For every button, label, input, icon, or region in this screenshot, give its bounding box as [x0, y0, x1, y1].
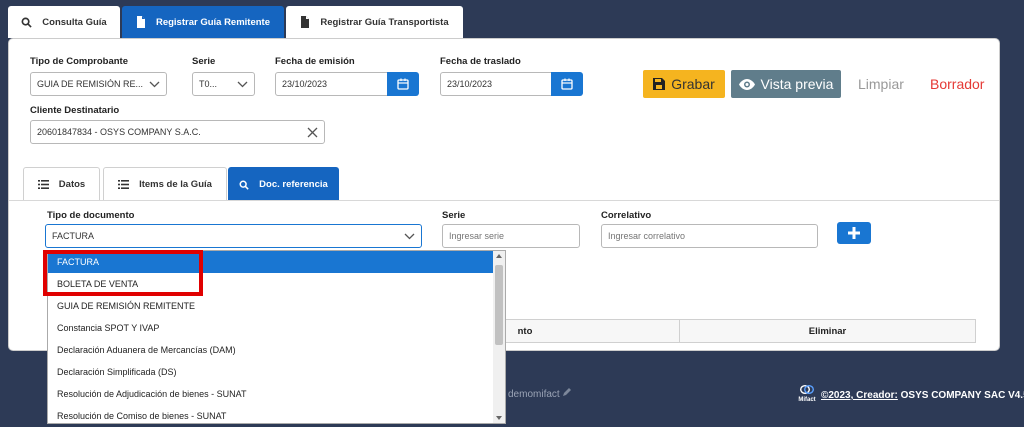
- tab-doc-referencia[interactable]: Doc. referencia: [228, 167, 339, 201]
- footer-copyright: ©2023, Creador: OSYS COMPANY SAC V4.5.: [821, 390, 1024, 401]
- dropdown-option[interactable]: Resolución de Comiso de bienes - SUNAT: [48, 405, 494, 423]
- correlativo-label: Correlativo: [601, 210, 652, 221]
- vista-previa-button[interactable]: Vista previa: [731, 70, 841, 98]
- limpiar-button[interactable]: Limpiar: [858, 76, 904, 92]
- dropdown-option-boleta[interactable]: BOLETA DE VENTA: [48, 273, 494, 295]
- tipo-documento-dropdown: FACTURA BOLETA DE VENTA GUIA DE REMISIÓN…: [47, 250, 506, 424]
- tipo-documento-label: Tipo de documento: [47, 210, 135, 221]
- serie-label: Serie: [192, 56, 216, 67]
- fecha-emision-input[interactable]: 23/10/2023: [275, 72, 389, 96]
- tab-registrar-guia-remitente[interactable]: Registrar Guía Remitente: [122, 6, 284, 38]
- tab-label: Datos: [58, 179, 86, 190]
- tab-items-guia[interactable]: Items de la Guía: [103, 167, 227, 201]
- tab-datos[interactable]: Datos: [23, 167, 100, 201]
- borrador-button[interactable]: Borrador: [930, 76, 984, 92]
- fecha-traslado-calendar-button[interactable]: [551, 72, 583, 96]
- tab-label: Registrar Guía Transportista: [320, 16, 449, 28]
- add-doc-button[interactable]: [837, 222, 871, 244]
- column-header: nto: [517, 325, 533, 337]
- input-value: 23/10/2023: [282, 79, 328, 89]
- tipo-comprobante-label: Tipo de Comprobante: [30, 56, 128, 67]
- calendar-icon: [561, 78, 573, 90]
- input-value: 23/10/2023: [447, 79, 493, 89]
- search-icon: [21, 17, 32, 28]
- mifact-logo-icon: [799, 385, 815, 394]
- cliente-destinatario-label: Cliente Destinatario: [30, 105, 120, 116]
- chevron-down-icon: [237, 81, 248, 87]
- tab-label: Doc. referencia: [259, 179, 328, 190]
- search-icon: [239, 180, 249, 190]
- dropdown-option[interactable]: Declaración Aduanera de Mercancías (DAM): [48, 339, 494, 361]
- fecha-traslado-input[interactable]: 23/10/2023: [440, 72, 553, 96]
- mifact-logo-text: Mifact: [798, 397, 816, 403]
- tab-label: Consulta Guía: [42, 16, 107, 28]
- cliente-destinatario-input[interactable]: 20601847834 - OSYS COMPANY S.A.C.: [30, 120, 325, 144]
- select-value: T0...: [199, 79, 218, 89]
- column-header-eliminar: Eliminar: [808, 325, 847, 337]
- mifact-logo: Mifact: [797, 385, 817, 403]
- scroll-down-icon[interactable]: [496, 416, 502, 420]
- dropdown-option[interactable]: Constancia SPOT Y IVAP: [48, 317, 494, 339]
- plus-icon: [848, 227, 860, 239]
- tab-registrar-guia-transportista[interactable]: Registrar Guía Transportista: [286, 6, 463, 38]
- correlativo-input[interactable]: [601, 224, 818, 248]
- copyright-link[interactable]: ©2023, Creador:: [821, 390, 898, 401]
- vista-previa-label: Vista previa: [760, 76, 834, 92]
- list-icon: [37, 180, 49, 189]
- tab-label: Items de la Guía: [139, 179, 212, 190]
- serie-select[interactable]: T0...: [192, 72, 255, 96]
- doc-serie-label: Serie: [442, 210, 466, 221]
- chevron-down-icon: [149, 81, 160, 87]
- footer-partial-text: demomifact: [508, 387, 572, 400]
- input-value: 20601847834 - OSYS COMPANY S.A.C.: [37, 127, 201, 137]
- dropdown-scrollbar-thumb[interactable]: [495, 265, 503, 345]
- calendar-icon: [397, 78, 409, 90]
- tab-label: Registrar Guía Remitente: [155, 16, 271, 28]
- scroll-up-icon[interactable]: [496, 254, 502, 258]
- save-icon: [653, 78, 666, 90]
- dropdown-option[interactable]: Declaración Simplificada (DS): [48, 361, 494, 383]
- document-icon: [136, 16, 145, 28]
- fecha-emision-calendar-button[interactable]: [387, 72, 419, 96]
- select-value: GUIA DE REMISIÓN RE...: [37, 79, 144, 89]
- fecha-emision-label: Fecha de emisión: [275, 56, 355, 67]
- select-value: FACTURA: [52, 231, 95, 241]
- chevron-down-icon: [404, 233, 415, 239]
- pencil-icon: [563, 388, 572, 396]
- company-name: OSYS COMPANY SAC V4.5.: [897, 390, 1024, 401]
- document-icon: [301, 16, 310, 28]
- close-icon[interactable]: [307, 127, 318, 138]
- grabar-label: Grabar: [671, 76, 715, 92]
- list-icon: [118, 180, 130, 189]
- dropdown-scrollbar[interactable]: [493, 251, 505, 423]
- tab-consulta-guia[interactable]: Consulta Guía: [8, 6, 120, 38]
- tab-divider: [9, 200, 999, 201]
- doc-serie-input[interactable]: [442, 224, 580, 248]
- dropdown-option[interactable]: Resolución de Adjudicación de bienes - S…: [48, 383, 494, 405]
- dropdown-option-factura[interactable]: FACTURA: [48, 251, 494, 273]
- tipo-comprobante-select[interactable]: GUIA DE REMISIÓN RE...: [30, 72, 167, 96]
- eye-icon: [738, 78, 755, 90]
- fecha-traslado-label: Fecha de traslado: [440, 56, 521, 67]
- grabar-button[interactable]: Grabar: [643, 70, 725, 98]
- dropdown-option[interactable]: GUIA DE REMISIÓN REMITENTE: [48, 295, 494, 317]
- tipo-documento-select[interactable]: FACTURA: [45, 224, 422, 248]
